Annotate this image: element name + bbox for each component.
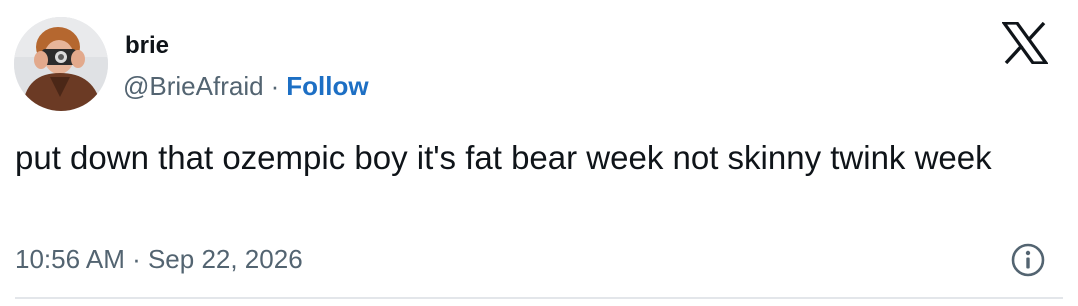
info-icon[interactable] <box>1010 242 1046 278</box>
follow-link[interactable]: Follow <box>286 70 368 102</box>
tweet-text: put down that ozempic boy it's fat bear … <box>15 139 992 176</box>
handle-row: @BrieAfraid · Follow <box>123 70 369 102</box>
user-handle[interactable]: @BrieAfraid <box>123 70 264 102</box>
divider <box>15 297 1063 299</box>
avatar-photo-icon <box>14 17 108 111</box>
x-logo-icon[interactable] <box>1002 22 1048 64</box>
tweet-card: brie @BrieAfraid · Follow put down that … <box>0 0 1078 306</box>
avatar[interactable] <box>14 17 108 111</box>
tweet-timestamp[interactable]: 10:56 AM · Sep 22, 2026 <box>15 242 303 276</box>
display-name[interactable]: brie <box>125 32 169 60</box>
separator-dot: · <box>270 71 280 101</box>
